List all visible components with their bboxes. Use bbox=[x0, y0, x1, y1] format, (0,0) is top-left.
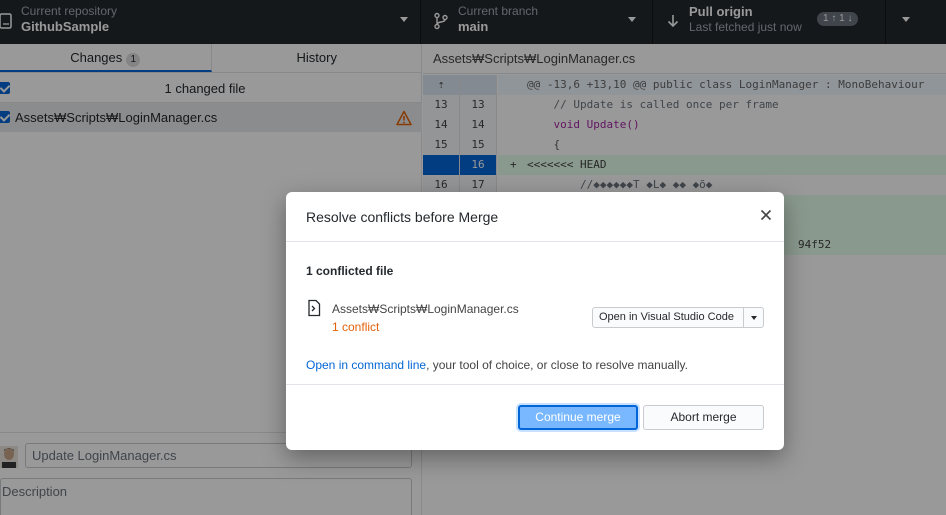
dialog-header: Resolve conflicts before Merge bbox=[286, 192, 784, 242]
abort-merge-button[interactable]: Abort merge bbox=[643, 405, 764, 430]
conflicted-files-count: 1 conflicted file bbox=[306, 264, 394, 278]
resolve-conflicts-dialog: Resolve conflicts before Merge 1 conflic… bbox=[286, 192, 784, 450]
file-diff-icon bbox=[308, 299, 321, 317]
open-in-editor-dropdown[interactable] bbox=[743, 308, 763, 327]
dialog-title: Resolve conflicts before Merge bbox=[306, 209, 499, 225]
resolve-hint-text: , your tool of choice, or close to resol… bbox=[426, 358, 688, 372]
conflict-count: 1 conflict bbox=[332, 320, 380, 334]
open-command-line-link[interactable]: Open in command line bbox=[306, 358, 426, 372]
continue-merge-button[interactable]: Continue merge bbox=[518, 405, 638, 430]
open-in-editor-label: Open in Visual Studio Code bbox=[599, 311, 734, 323]
resolve-hint: Open in command line, your tool of choic… bbox=[306, 358, 688, 372]
dialog-footer: Continue merge Abort merge bbox=[286, 384, 784, 450]
open-in-editor-button[interactable]: Open in Visual Studio Code bbox=[592, 307, 764, 328]
close-icon[interactable] bbox=[758, 207, 774, 223]
chevron-down-icon bbox=[751, 316, 757, 320]
conflicted-file-path: Assets₩Scripts₩LoginManager.cs bbox=[332, 302, 519, 316]
